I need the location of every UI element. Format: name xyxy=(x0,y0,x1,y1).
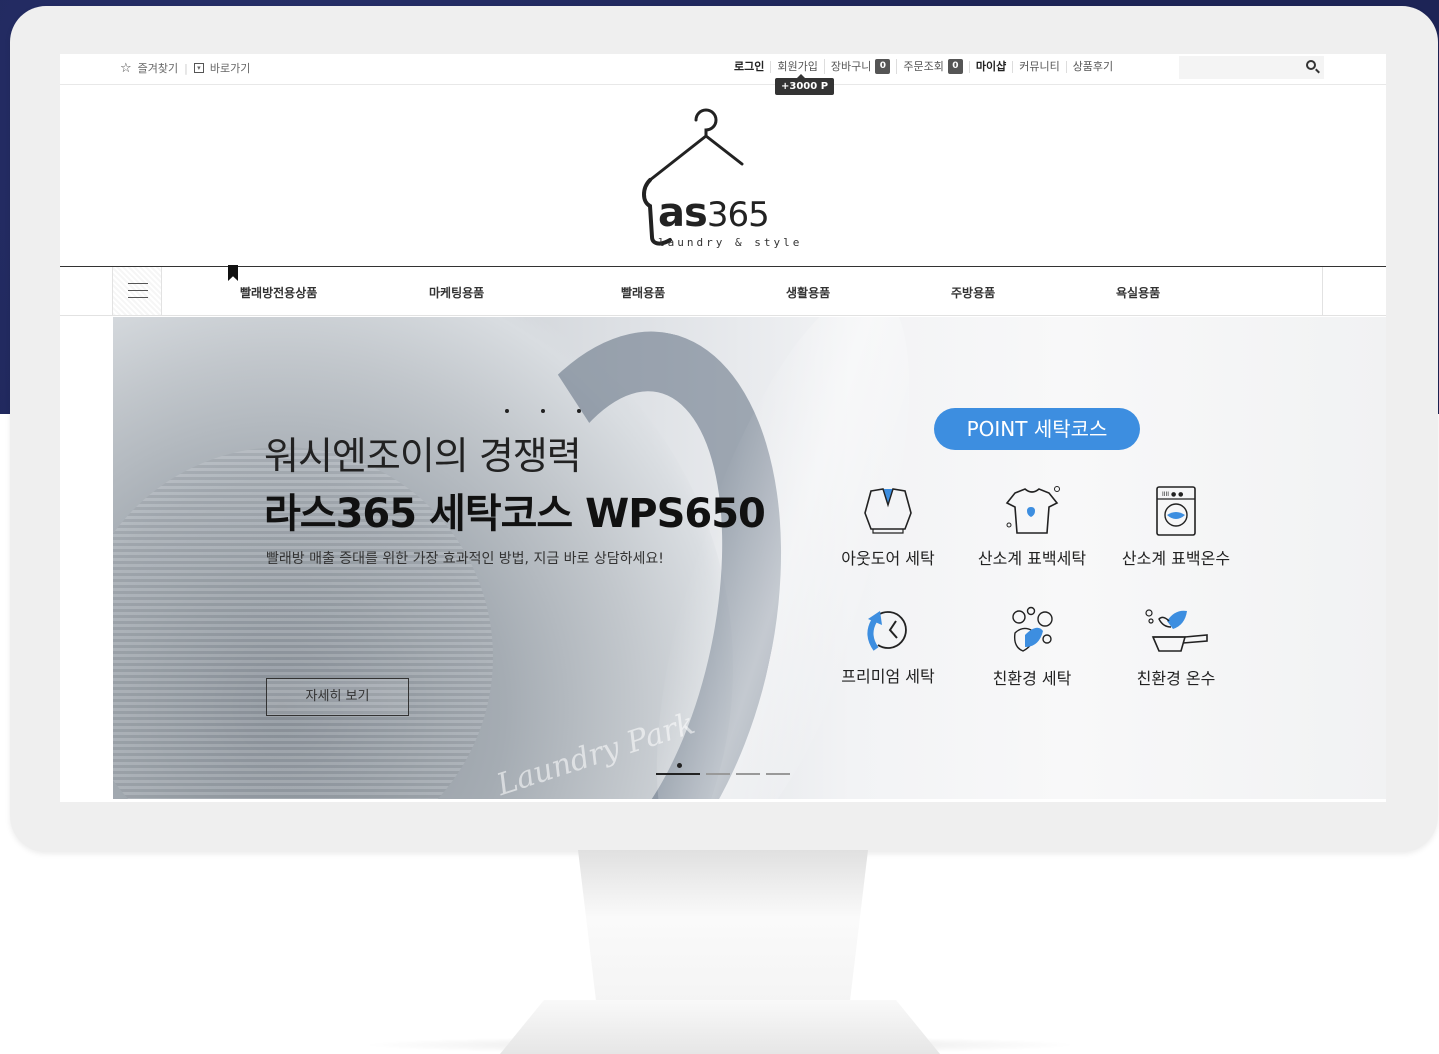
search-icon[interactable] xyxy=(1306,60,1316,70)
signup-point-tooltip: +3000 P xyxy=(775,74,835,95)
slider-dot-2[interactable] xyxy=(706,773,730,775)
feature-label: 아웃도어 세탁 xyxy=(841,549,935,568)
banner-title: 라스365 세탁코스 WPS650 xyxy=(264,491,766,537)
feature-eco: 친환경 세탁 xyxy=(957,605,1107,689)
shortcut-link[interactable]: 바로가기 xyxy=(210,60,250,76)
website-screen: ☆ 즐겨찾기 | ▾ 바로가기 로그인 회원가입 장바구니 0 주문조회 0 마이샵… xyxy=(60,54,1386,802)
feature-oxygen-bleach: 산소계 표백세탁 xyxy=(957,485,1107,569)
top-bar-links: 로그인 회원가입 장바구니 0 주문조회 0 마이샵 커뮤니티 상품후기 xyxy=(728,59,1119,74)
nav-item-laundromat-products[interactable]: 빨래방전용상품 xyxy=(240,284,317,301)
nav-divider xyxy=(1322,267,1323,315)
feature-label: 산소계 표백온수 xyxy=(1121,549,1231,568)
order-count-badge: 0 xyxy=(947,59,963,74)
nav-item-living[interactable]: 생활용품 xyxy=(786,284,830,301)
feature-label: 친환경 온수 xyxy=(1136,669,1216,688)
signup-link[interactable]: 회원가입 xyxy=(770,59,823,73)
feature-oxygen-bleach-hot: IIII ● ● 산소계 표백온수 xyxy=(1101,485,1251,569)
top-bar-left: ☆ 즐겨찾기 | ▾ 바로가기 xyxy=(120,60,250,76)
detergent-scoop-icon xyxy=(1145,609,1208,652)
feature-eco-hot: 친환경 온수 xyxy=(1101,605,1251,689)
nav-item-bathroom[interactable]: 욕실용품 xyxy=(1116,284,1160,301)
cart-count-badge: 0 xyxy=(875,59,891,74)
premium-clock-icon xyxy=(867,611,907,651)
search-input[interactable] xyxy=(1179,56,1324,79)
signup-label: 회원가입 xyxy=(777,59,818,73)
favorites-link[interactable]: 즐겨찾기 xyxy=(138,60,178,76)
star-icon[interactable]: ☆ xyxy=(120,61,132,76)
nav-item-kitchen[interactable]: 주방용품 xyxy=(951,284,995,301)
cart-label: 장바구니 xyxy=(830,59,872,73)
reviews-link[interactable]: 상품후기 xyxy=(1065,59,1119,73)
order-label: 주문조회 xyxy=(903,59,944,73)
top-bar: ☆ 즐겨찾기 | ▾ 바로가기 로그인 회원가입 장바구니 0 주문조회 0 마이샵… xyxy=(60,54,1386,85)
banner-headline: 워시엔조이의 경쟁력 xyxy=(264,434,582,478)
banner-description: 빨래방 매출 증대를 위한 가장 효과적인 방법, 지금 바로 상담하세요! xyxy=(266,551,664,567)
order-link[interactable]: 주문조회 0 xyxy=(896,59,968,74)
washing-machine-icon: IIII ● ● xyxy=(1156,486,1196,536)
shortcut-icon[interactable]: ▾ xyxy=(193,63,204,73)
login-label: 로그인 xyxy=(734,59,765,73)
hero-banner: Laundry Park 워시엔조이의 경쟁력 라스365 세탁코스 WPS65… xyxy=(113,317,1386,799)
myshop-link[interactable]: 마이샵 xyxy=(968,59,1012,73)
feature-label: 친환경 세탁 xyxy=(992,669,1072,688)
tshirt-icon xyxy=(1005,486,1060,534)
monitor-stand-neck xyxy=(578,850,868,1020)
details-button[interactable]: 자세히 보기 xyxy=(266,678,409,716)
cart-link[interactable]: 장바구니 0 xyxy=(823,59,896,74)
brand-logo-text[interactable]: as365 xyxy=(658,190,770,236)
login-link[interactable]: 로그인 xyxy=(728,59,770,73)
community-link[interactable]: 커뮤니티 xyxy=(1012,59,1065,73)
feature-label: 산소계 표백세탁 xyxy=(977,549,1087,568)
feature-premium: 프리미엄 세탁 xyxy=(813,605,963,687)
monitor-stand-base xyxy=(500,1000,940,1054)
slider-dot-1[interactable] xyxy=(656,773,700,775)
slider-dot-3[interactable] xyxy=(736,773,760,775)
nav-item-laundry[interactable]: 빨래용품 xyxy=(621,284,665,301)
svg-text:IIII ● ●: IIII ● ● xyxy=(1162,491,1183,498)
outdoor-jacket-icon xyxy=(864,488,912,534)
menu-icon[interactable] xyxy=(112,267,162,315)
divider: | xyxy=(184,61,188,75)
eco-leaf-bubbles-icon xyxy=(1012,606,1053,652)
myshop-label: 마이샵 xyxy=(975,59,1007,73)
feature-outdoor: 아웃도어 세탁 xyxy=(813,485,963,569)
main-navigation: 빨래방전용상품 마케팅용품 빨래용품 생활용품 주방용품 욕실용품 xyxy=(60,265,1386,316)
nav-item-marketing[interactable]: 마케팅용품 xyxy=(429,284,484,301)
logo-tagline: laundry & style xyxy=(658,236,803,249)
logo-bold: as xyxy=(658,190,708,236)
point-course-badge: POINT 세탁코스 xyxy=(934,408,1140,450)
slider-dot-4[interactable] xyxy=(766,773,790,775)
bookmark-icon xyxy=(228,265,238,281)
reviews-label: 상품후기 xyxy=(1072,59,1114,73)
emphasis-dots xyxy=(505,409,585,419)
community-label: 커뮤니티 xyxy=(1019,59,1060,73)
logo-number: 365 xyxy=(706,195,770,235)
slider-active-dot xyxy=(677,763,682,768)
feature-label: 프리미엄 세탁 xyxy=(841,667,935,686)
